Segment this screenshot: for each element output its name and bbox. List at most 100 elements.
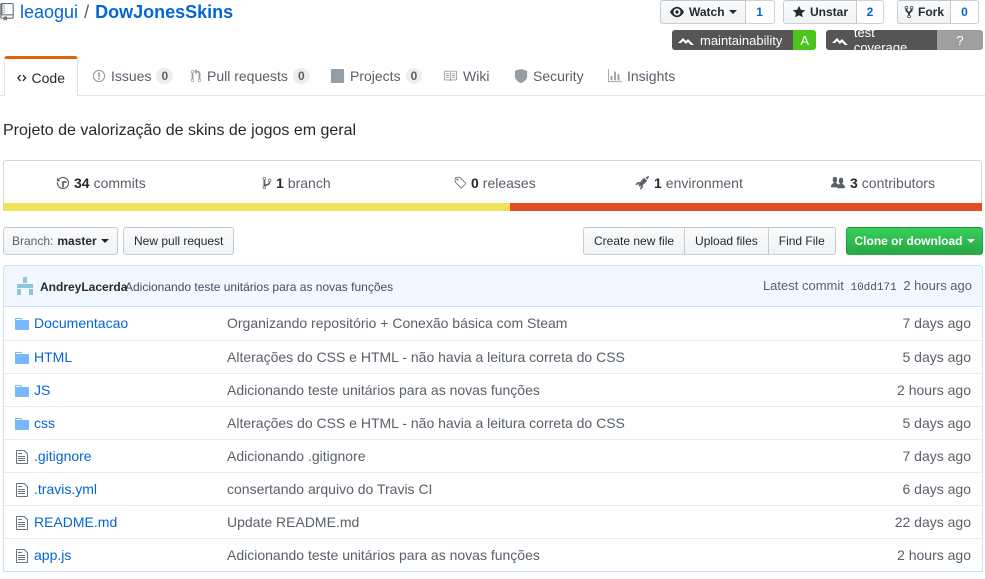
fork-button[interactable]: Fork [897,0,952,24]
avatar[interactable] [15,276,35,296]
find-file-button[interactable]: Find File [768,227,836,255]
file-list: Documentacao Organizando repositório + Co… [3,307,983,572]
branch-icon [262,176,272,190]
branch-label: branch [287,175,331,191]
environment-label: environment [665,175,743,191]
commit-message[interactable]: Adicionando teste unitários para as nova… [125,280,393,294]
book-icon [443,70,457,82]
file-name-link[interactable]: JS [34,382,50,398]
tab-issues[interactable]: Issues 0 [80,56,185,96]
file-row: css Alterações do CSS e HTML - não havia … [4,406,982,439]
chevron-down-icon [100,239,109,243]
issue-icon [92,69,106,83]
repo-name-link[interactable]: DowJonesSkins [95,2,233,23]
contributors-count: 3 [850,175,858,191]
create-new-file-button[interactable]: Create new file [583,227,686,255]
tab-security-label: Security [533,68,584,84]
folder-icon [15,352,29,364]
unstar-label: Unstar [810,5,849,19]
commit-sha[interactable]: 10dd171 [850,282,896,294]
file-commit-message[interactable]: Alterações do CSS e HTML - não havia a l… [227,349,625,365]
file-icon [16,549,28,563]
chevron-down-icon [728,10,737,14]
commits-count: 34 [74,175,90,191]
clone-download-button[interactable]: Clone or download [846,227,983,255]
maintainability-grade: A [793,30,816,50]
tab-code[interactable]: Code [4,56,78,97]
tab-pull-requests[interactable]: Pull requests 0 [178,56,322,96]
pull-request-icon [190,69,202,83]
coverage-value: ? [937,30,983,50]
file-age: 7 days ago [902,448,972,464]
file-name-link[interactable]: HTML [34,349,72,365]
stargazers-count[interactable]: 2 [857,0,885,24]
file-commit-message[interactable]: Organizando repositório + Conexão básica… [227,315,567,331]
history-icon [56,176,70,190]
releases-link[interactable]: 0 releases [453,161,536,205]
watch-button[interactable]: Watch [660,0,746,24]
graph-icon [608,69,622,83]
tab-projects[interactable]: Projects 0 [318,56,434,96]
coverage-label: test coverage [853,30,908,50]
maintainability-badge-label: maintainability [672,30,794,50]
repo-icon [0,3,14,21]
file-commit-message[interactable]: consertando arquivo do Travis CI [227,481,432,497]
tab-wiki[interactable]: Wiki [430,56,501,96]
latest-commit-info: Latest commit 10dd171 2 hours ago [763,278,972,294]
file-name-link[interactable]: .gitignore [34,448,92,464]
branches-link[interactable]: 1 branch [262,161,331,205]
commit-tease: AndreyLacerda Adicionando teste unitário… [3,265,983,307]
tab-issues-label: Issues [111,68,152,84]
tab-insights[interactable]: Insights [596,56,687,96]
contributors-link[interactable]: 3 contributors [830,161,935,205]
maintainability-badge[interactable]: maintainability A [672,30,816,50]
tab-security[interactable]: Security [502,56,596,96]
file-row: Documentacao Organizando repositório + Co… [4,307,982,340]
shield-icon [514,69,528,83]
star-icon [792,5,806,18]
unstar-button[interactable]: Unstar [783,0,858,24]
code-icon [17,74,27,82]
file-commit-message[interactable]: Adicionando .gitignore [227,448,366,464]
language-segment-javascript [3,203,511,211]
branch-select-button[interactable]: Branch: master [3,227,118,255]
file-icon [16,516,28,530]
file-name-link[interactable]: app.js [34,547,71,563]
chevron-down-icon [966,239,975,243]
repo-nav: Code Issues 0 Pull requests 0 Projects 0 Wi… [0,56,985,97]
file-name-link[interactable]: .travis.yml [34,481,97,497]
rocket-icon [635,176,649,190]
commit-author[interactable]: AndreyLacerda [40,280,127,294]
coverage-badge[interactable]: test coverage ? [826,30,983,50]
commits-link[interactable]: 34 commits [56,161,146,205]
file-actions: Create new file Upload files Find File [583,227,836,255]
file-name-link[interactable]: css [34,415,55,431]
forks-count[interactable]: 0 [951,0,980,24]
repo-owner-link[interactable]: leaogui [20,2,78,23]
branch-prefix: Branch: [12,234,54,248]
commit-age: 2 hours ago [903,278,972,293]
new-pull-request-button[interactable]: New pull request [123,227,235,255]
file-commit-message[interactable]: Alterações do CSS e HTML - não havia a l… [227,415,625,431]
file-icon [16,450,28,464]
branch-count: 1 [276,175,284,191]
codeclimate-icon [832,38,848,45]
file-commit-message[interactable]: Update README.md [227,514,359,530]
tab-wiki-label: Wiki [463,68,490,84]
environments-link[interactable]: 1 environment [634,161,743,205]
file-age: 5 days ago [902,415,972,431]
language-segment-html [510,203,982,211]
star-group: Unstar 2 [783,0,885,24]
upload-files-button[interactable]: Upload files [685,227,769,255]
file-commit-message[interactable]: Adicionando teste unitários para as nova… [227,547,540,563]
file-name-link[interactable]: README.md [34,514,117,530]
language-bar[interactable] [3,203,982,211]
file-row: README.md Update README.md 22 days ago [4,505,982,538]
file-commit-message[interactable]: Adicionando teste unitários para as nova… [227,382,540,398]
codeclimate-icon [678,38,694,45]
file-icon [16,483,28,497]
commits-label: commits [93,175,146,191]
file-row: app.js Adicionando teste unitários para a… [4,538,982,571]
watchers-count[interactable]: 1 [745,0,775,24]
file-name-link[interactable]: Documentacao [34,315,128,331]
